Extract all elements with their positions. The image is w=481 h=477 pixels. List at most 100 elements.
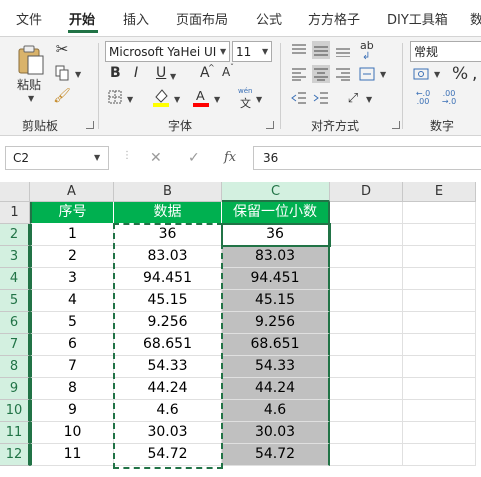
font-color-dropdown-icon[interactable]: ▼ — [214, 95, 220, 104]
cell-d7[interactable] — [330, 334, 403, 356]
cell-e1[interactable] — [403, 202, 476, 224]
align-center-icon[interactable] — [312, 65, 330, 83]
row-header-7[interactable]: 7 — [0, 334, 30, 356]
cell-c4[interactable]: 94.451 — [222, 268, 330, 290]
cell-b4[interactable]: 94.451 — [114, 268, 222, 290]
italic-button[interactable]: I — [134, 65, 138, 81]
cell-d1[interactable] — [330, 202, 403, 224]
cell-e10[interactable] — [403, 400, 476, 422]
orientation-icon[interactable]: ⤢ — [344, 89, 362, 107]
cell-b1[interactable]: 数据 — [114, 202, 222, 224]
paste-icon[interactable] — [14, 43, 48, 77]
cell-c10[interactable]: 4.6 — [222, 400, 330, 422]
alignment-launcher-icon[interactable] — [392, 121, 400, 129]
number-format-combo[interactable]: 常规 — [410, 41, 481, 62]
cancel-button[interactable]: ✕ — [150, 150, 162, 166]
percent-button[interactable]: % — [452, 64, 468, 84]
row-header-5[interactable]: 5 — [0, 290, 30, 312]
cell-d3[interactable] — [330, 246, 403, 268]
cell-a7[interactable]: 6 — [30, 334, 114, 356]
cell-d12[interactable] — [330, 444, 403, 466]
cell-c5[interactable]: 45.15 — [222, 290, 330, 312]
copy-dropdown-icon[interactable]: ▼ — [75, 70, 81, 79]
row-header-6[interactable]: 6 — [0, 312, 30, 334]
cell-a4[interactable]: 3 — [30, 268, 114, 290]
comma-style-icon[interactable]: , — [472, 64, 477, 84]
cell-c6[interactable]: 9.256 — [222, 312, 330, 334]
font-launcher-icon[interactable] — [266, 121, 274, 129]
column-header-d[interactable]: D — [330, 182, 403, 202]
column-header-c[interactable]: C — [222, 182, 330, 202]
select-all-corner[interactable] — [0, 182, 30, 202]
cell-d5[interactable] — [330, 290, 403, 312]
bold-button[interactable]: B — [110, 65, 121, 81]
phonetic-guide-button[interactable]: 文 — [240, 95, 251, 111]
cell-e8[interactable] — [403, 356, 476, 378]
underline-dropdown-icon[interactable]: ▼ — [170, 72, 176, 81]
orientation-dropdown-icon[interactable]: ▼ — [366, 95, 372, 104]
borders-icon[interactable] — [107, 89, 123, 105]
cell-b12[interactable]: 54.72 — [114, 444, 222, 466]
tab-data[interactable]: 数 — [470, 9, 481, 28]
currency-dropdown-icon[interactable]: ▼ — [434, 70, 440, 79]
cell-b9[interactable]: 44.24 — [114, 378, 222, 400]
underline-button[interactable]: U — [156, 65, 166, 81]
cell-a6[interactable]: 5 — [30, 312, 114, 334]
tab-page-layout[interactable]: 页面布局 — [176, 9, 228, 28]
cell-d6[interactable] — [330, 312, 403, 334]
cell-e3[interactable] — [403, 246, 476, 268]
cell-d11[interactable] — [330, 422, 403, 444]
cell-e5[interactable] — [403, 290, 476, 312]
decrease-indent-icon[interactable] — [290, 89, 308, 107]
cell-a1[interactable]: 序号 — [30, 202, 114, 224]
increase-decimal-icon[interactable]: ←.0.00 — [412, 89, 434, 107]
cell-c8[interactable]: 54.33 — [222, 356, 330, 378]
cell-b11[interactable]: 30.03 — [114, 422, 222, 444]
merge-center-icon[interactable] — [358, 65, 376, 83]
cell-c11[interactable]: 30.03 — [222, 422, 330, 444]
tab-fangfang[interactable]: 方方格子 — [308, 9, 360, 28]
cell-e9[interactable] — [403, 378, 476, 400]
align-bottom-icon[interactable] — [334, 41, 352, 59]
font-color-icon[interactable]: A — [192, 87, 210, 107]
tab-file[interactable]: 文件 — [16, 9, 42, 28]
cell-c1[interactable]: 保留一位小数 — [222, 202, 330, 224]
cell-e6[interactable] — [403, 312, 476, 334]
tab-formulas[interactable]: 公式 — [256, 9, 282, 28]
decrease-decimal-icon[interactable]: .00 →.0 — [438, 89, 460, 107]
name-box-dropdown-icon[interactable]: ▼ — [94, 153, 100, 162]
row-header-3[interactable]: 3 — [0, 246, 30, 268]
paste-dropdown-icon[interactable]: ▼ — [28, 94, 34, 103]
cell-b5[interactable]: 45.15 — [114, 290, 222, 312]
tab-home[interactable]: 开始 — [69, 9, 95, 28]
insert-function-button[interactable]: fx — [224, 150, 236, 165]
row-header-1[interactable]: 1 — [0, 202, 30, 224]
enter-button[interactable]: ✓ — [188, 150, 200, 166]
increase-indent-icon[interactable] — [312, 89, 330, 107]
align-top-icon[interactable] — [290, 41, 308, 59]
cell-b8[interactable]: 54.33 — [114, 356, 222, 378]
currency-icon[interactable] — [412, 65, 430, 83]
cell-d9[interactable] — [330, 378, 403, 400]
fill-color-dropdown-icon[interactable]: ▼ — [174, 95, 180, 104]
row-header-4[interactable]: 4 — [0, 268, 30, 290]
merge-dropdown-icon[interactable]: ▼ — [380, 70, 386, 79]
font-name-combo[interactable]: Microsoft YaHei UI — [105, 41, 230, 62]
cell-e11[interactable] — [403, 422, 476, 444]
cell-a9[interactable]: 8 — [30, 378, 114, 400]
clipboard-launcher-icon[interactable] — [86, 121, 94, 129]
formula-input[interactable]: 36 — [253, 146, 481, 170]
cell-e2[interactable] — [403, 224, 476, 246]
align-left-icon[interactable] — [290, 65, 308, 83]
row-header-12[interactable]: 12 — [0, 444, 30, 466]
cell-b6[interactable]: 9.256 — [114, 312, 222, 334]
cell-c12[interactable]: 54.72 — [222, 444, 330, 466]
cell-a2[interactable]: 1 — [30, 224, 114, 246]
column-header-b[interactable]: B — [114, 182, 222, 202]
cell-c2[interactable]: 36 — [222, 224, 330, 246]
cell-b10[interactable]: 4.6 — [114, 400, 222, 422]
decrease-font-button[interactable]: A — [222, 65, 230, 79]
cell-e4[interactable] — [403, 268, 476, 290]
align-middle-icon[interactable] — [312, 41, 330, 59]
cell-b3[interactable]: 83.03 — [114, 246, 222, 268]
